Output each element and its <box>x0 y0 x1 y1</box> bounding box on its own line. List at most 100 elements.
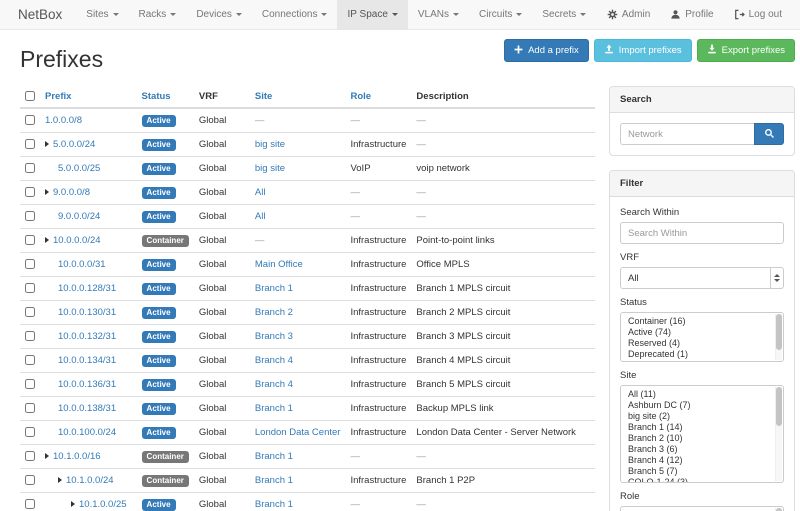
row-checkbox[interactable] <box>25 163 35 173</box>
row-checkbox[interactable] <box>25 331 35 341</box>
prefix-link[interactable]: 10.1.0.0/24 <box>66 475 114 486</box>
nav-item-profile[interactable]: Profile <box>660 0 723 29</box>
site-link[interactable]: Branch 2 <box>255 307 293 318</box>
row-checkbox[interactable] <box>25 355 35 365</box>
nav-item-connections[interactable]: Connections <box>252 0 338 29</box>
site-link[interactable]: Main Office <box>255 259 303 270</box>
prefix-link[interactable]: 10.0.0.136/31 <box>58 379 116 390</box>
add-prefix-button[interactable]: Add a prefix <box>504 39 589 62</box>
option[interactable]: Branch 3 (6) <box>621 444 783 455</box>
status-cell: Active <box>137 493 194 511</box>
prefix-cell: 9.0.0.0/8 <box>40 181 137 205</box>
nav-item-sites[interactable]: Sites <box>76 0 128 29</box>
table-row: 5.0.0.0/25ActiveGlobalbig siteVoIPvoip n… <box>20 157 595 181</box>
brand-netbox[interactable]: NetBox <box>12 0 76 29</box>
nav-item-vlans[interactable]: VLANs <box>408 0 469 29</box>
prefix-cell: 10.1.0.0/16 <box>40 445 137 469</box>
prefix-link[interactable]: 10.1.0.0/16 <box>53 451 101 462</box>
table-row: 10.0.0.134/31ActiveGlobalBranch 4Infrast… <box>20 349 595 373</box>
row-checkbox[interactable] <box>25 259 35 269</box>
option[interactable]: Reserved (4) <box>621 338 783 349</box>
option[interactable]: Deprecated (1) <box>621 349 783 360</box>
option[interactable]: Branch 1 (14) <box>621 422 783 433</box>
site-link[interactable]: All <box>255 211 266 222</box>
nav-item-ip-space[interactable]: IP Space <box>337 0 407 29</box>
site-link[interactable]: London Data Center <box>255 427 341 438</box>
nav-item-circuits[interactable]: Circuits <box>469 0 532 29</box>
select-all-checkbox[interactable] <box>25 91 35 101</box>
row-checkbox[interactable] <box>25 427 35 437</box>
option[interactable]: Ashburn DC (7) <box>621 400 783 411</box>
import-prefixes-button[interactable]: Import prefixes <box>594 39 692 62</box>
option[interactable]: Active (74) <box>621 327 783 338</box>
role-cell: Infrastructure <box>345 253 411 277</box>
row-checkbox[interactable] <box>25 187 35 197</box>
option[interactable]: COLO-1-24 (3) <box>621 477 783 483</box>
export-prefixes-button[interactable]: Export prefixes <box>697 39 795 62</box>
prefix-link[interactable]: 10.0.0.0/31 <box>58 259 106 270</box>
scrollbar-thumb[interactable] <box>776 314 782 350</box>
nav-item-devices[interactable]: Devices <box>186 0 252 29</box>
row-checkbox[interactable] <box>25 115 35 125</box>
prefix-link[interactable]: 5.0.0.0/25 <box>58 163 100 174</box>
prefix-link[interactable]: 5.0.0.0/24 <box>53 139 95 150</box>
role-cell: — <box>345 181 411 205</box>
vrf-cell: Global <box>194 108 250 133</box>
chevron-down-icon <box>453 13 459 16</box>
row-checkbox[interactable] <box>25 475 35 485</box>
row-checkbox[interactable] <box>25 403 35 413</box>
search-input[interactable] <box>620 123 754 145</box>
search-within-input[interactable] <box>620 222 784 244</box>
site-link[interactable]: Branch 1 <box>255 283 293 294</box>
table-row: 10.0.0.136/31ActiveGlobalBranch 4Infrast… <box>20 373 595 397</box>
site-link[interactable]: Branch 3 <box>255 331 293 342</box>
row-checkbox[interactable] <box>25 283 35 293</box>
row-checkbox[interactable] <box>25 235 35 245</box>
prefix-link[interactable]: 10.0.0.138/31 <box>58 403 116 414</box>
prefix-link[interactable]: 10.0.0.130/31 <box>58 307 116 318</box>
prefix-link[interactable]: 9.0.0.0/8 <box>53 187 90 198</box>
site-link[interactable]: Branch 1 <box>255 451 293 462</box>
vrf-select[interactable]: All <box>620 267 784 289</box>
site-link[interactable]: Branch 4 <box>255 379 293 390</box>
status-cell: Active <box>137 205 194 229</box>
prefix-link[interactable]: 10.0.0.134/31 <box>58 355 116 366</box>
option[interactable]: Branch 2 (10) <box>621 433 783 444</box>
role-cell: Infrastructure <box>345 229 411 253</box>
prefix-link[interactable]: 10.0.0.0/24 <box>53 235 101 246</box>
prefix-link[interactable]: 10.0.0.132/31 <box>58 331 116 342</box>
nav-item-racks[interactable]: Racks <box>129 0 187 29</box>
row-checkbox[interactable] <box>25 307 35 317</box>
option[interactable]: Container (16) <box>621 316 783 327</box>
row-checkbox[interactable] <box>25 139 35 149</box>
site-link[interactable]: All <box>255 187 266 198</box>
prefix-link[interactable]: 1.0.0.0/8 <box>45 115 82 126</box>
nav-item-logout[interactable]: Log out <box>724 0 792 29</box>
indent-spacer <box>45 506 71 507</box>
site-link[interactable]: big site <box>255 139 285 150</box>
scrollbar-thumb[interactable] <box>776 387 782 426</box>
option[interactable]: Branch 4 (12) <box>621 455 783 466</box>
site-link[interactable]: Branch 4 <box>255 355 293 366</box>
site-link[interactable]: big site <box>255 163 285 174</box>
prefix-link[interactable]: 10.0.100.0/24 <box>58 427 116 438</box>
option[interactable]: big site (2) <box>621 411 783 422</box>
prefix-link[interactable]: 10.1.0.0/25 <box>79 499 127 510</box>
site-link[interactable]: Branch 1 <box>255 499 293 510</box>
row-checkbox[interactable] <box>25 499 35 509</box>
row-checkbox[interactable] <box>25 379 35 389</box>
row-checkbox[interactable] <box>25 451 35 461</box>
navbar: NetBox Sites Racks Devices Connections I… <box>0 0 800 30</box>
site-link[interactable]: Branch 1 <box>255 403 293 414</box>
option[interactable]: Branch 5 (7) <box>621 466 783 477</box>
nav-item-secrets[interactable]: Secrets <box>532 0 596 29</box>
vrf-cell: Global <box>194 373 250 397</box>
option[interactable]: All (11) <box>621 389 783 400</box>
prefix-link[interactable]: 10.0.0.128/31 <box>58 283 116 294</box>
site-cell: Branch 1 <box>250 445 346 469</box>
prefix-link[interactable]: 9.0.0.0/24 <box>58 211 100 222</box>
nav-item-admin[interactable]: Admin <box>597 0 660 29</box>
site-link[interactable]: Branch 1 <box>255 475 293 486</box>
search-button[interactable] <box>754 123 784 145</box>
row-checkbox[interactable] <box>25 211 35 221</box>
